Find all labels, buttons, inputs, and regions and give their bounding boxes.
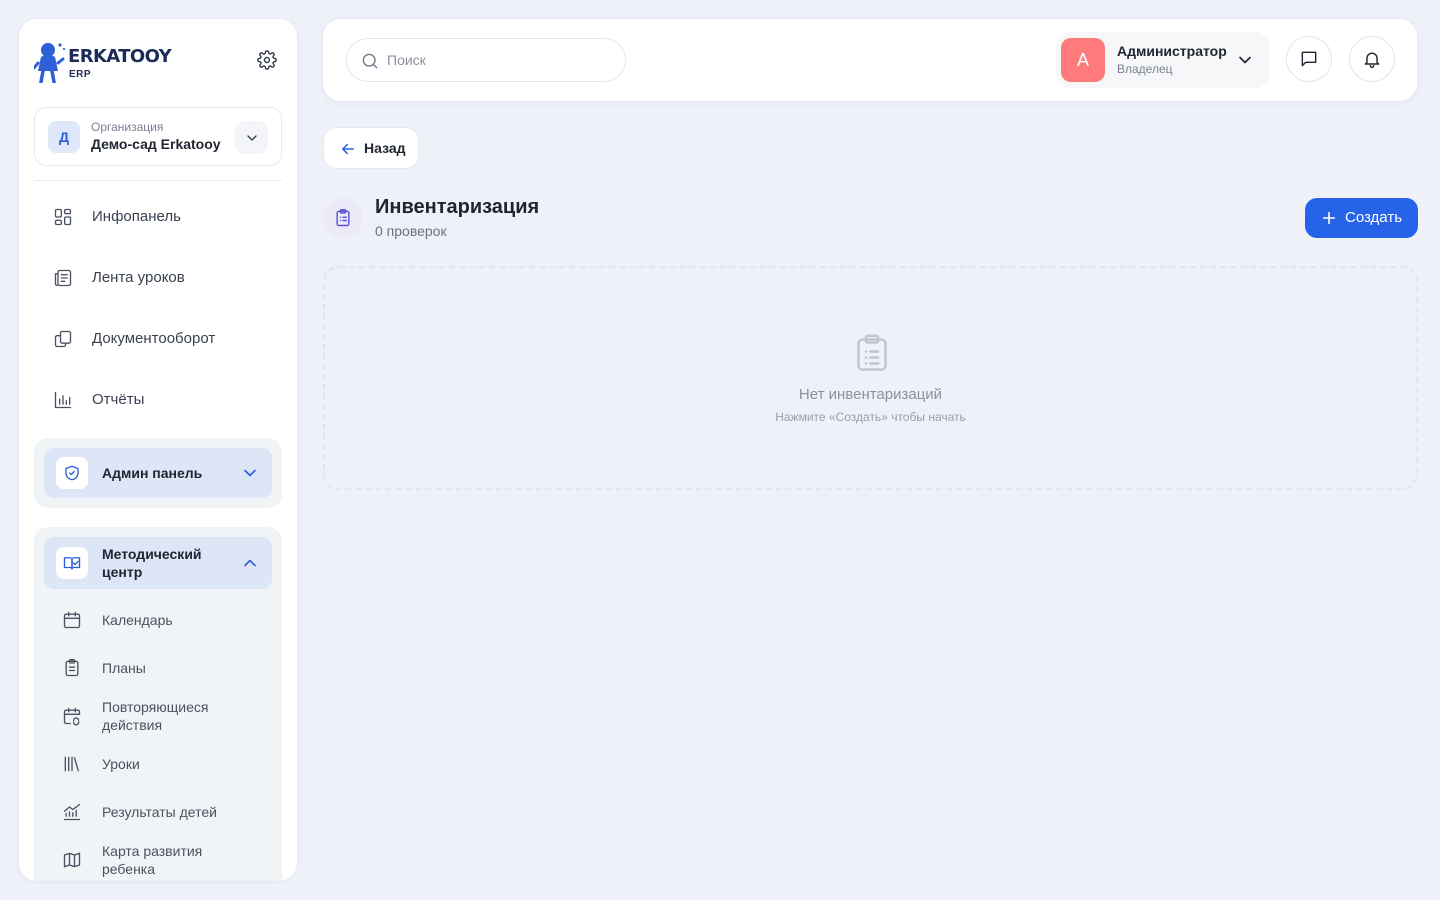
chevron-up-icon xyxy=(244,559,256,567)
sidebar-item-documents[interactable]: Документооборот xyxy=(34,317,282,361)
sidebar-item-reports[interactable]: Отчёты xyxy=(34,378,282,422)
sidebar-item-label: Документооборот xyxy=(92,330,216,347)
back-button[interactable]: Назад xyxy=(323,127,419,169)
brand-sub: ERP xyxy=(69,69,92,80)
sidebar-item-label: Лента уроков xyxy=(92,269,185,286)
create-button[interactable]: Создать xyxy=(1305,198,1418,238)
label-line-1: Карта развития xyxy=(102,843,203,859)
documents-icon xyxy=(54,330,72,348)
notifications-button[interactable] xyxy=(1349,36,1395,82)
admin-panel-toggle[interactable]: Админ панель xyxy=(44,448,272,498)
map-icon xyxy=(63,852,81,868)
admin-panel-icon-tile xyxy=(56,457,88,489)
sidebar-item-child-results[interactable]: Результаты детей xyxy=(44,792,272,832)
organization-dropdown-button[interactable] xyxy=(235,121,268,154)
library-icon xyxy=(64,756,79,772)
brand-name: ERKATOOY xyxy=(68,46,172,67)
shield-icon xyxy=(65,465,79,481)
label-line-1: Методический xyxy=(102,546,202,562)
top-bar: А Администратор Владелец xyxy=(323,19,1417,101)
bell-icon xyxy=(1364,52,1380,68)
chevron-down-icon xyxy=(244,469,256,477)
create-button-label: Создать xyxy=(1345,209,1403,226)
arrow-left-icon xyxy=(342,143,354,155)
sidebar-item-label: Результаты детей xyxy=(102,804,217,820)
label-line-2: центр xyxy=(102,564,143,580)
search-field[interactable] xyxy=(346,38,626,82)
sidebar-item-development-map[interactable]: Карта развития ребенка xyxy=(44,840,272,880)
methodical-center-icon-tile xyxy=(56,547,88,579)
sidebar-item-label: Карта развития ребенка xyxy=(102,842,202,878)
sidebar-item-label: Календарь xyxy=(102,612,173,628)
page-subtitle: 0 проверок xyxy=(375,223,447,239)
search-icon xyxy=(362,53,378,69)
logo-mark-icon xyxy=(34,43,66,83)
sidebar-item-label: Уроки xyxy=(102,756,140,772)
page-title: Инвентаризация xyxy=(375,196,540,218)
sidebar-item-lesson-feed[interactable]: Лента уроков xyxy=(34,256,282,300)
methodical-center-label: Методический центр xyxy=(102,545,202,581)
sidebar: ERKATOOY ERP Д Организация Демо-сад Erka… xyxy=(19,19,297,881)
empty-state: Нет инвентаризаций Нажмите «Создать» что… xyxy=(323,266,1418,490)
settings-button[interactable] xyxy=(257,50,277,70)
clipboard-icon xyxy=(65,659,79,677)
organization-avatar: Д xyxy=(48,121,80,153)
messages-button[interactable] xyxy=(1286,36,1332,82)
sidebar-item-label: Инфопанель xyxy=(92,208,181,225)
chevron-down-icon xyxy=(1239,56,1251,64)
calendar-repeat-icon xyxy=(63,707,81,726)
search-input[interactable] xyxy=(387,47,617,73)
label-line-2: действия xyxy=(102,717,163,733)
bar-chart-icon xyxy=(54,391,72,409)
user-name: Администратор xyxy=(1117,43,1227,59)
sidebar-item-dashboard[interactable]: Инфопанель xyxy=(34,195,282,239)
chevron-down-icon xyxy=(246,134,257,141)
message-icon xyxy=(1301,51,1317,67)
chart-line-icon xyxy=(63,803,81,821)
empty-state-title: Нет инвентаризаций xyxy=(798,386,943,403)
sidebar-item-recurring-actions[interactable]: Повторяющиеся действия xyxy=(44,696,272,736)
sidebar-item-label: Повторяющиеся действия xyxy=(102,698,208,734)
organization-selector[interactable]: Д Организация Демо-сад Erkatooy xyxy=(34,107,282,166)
clipboard-list-icon xyxy=(857,334,887,371)
sidebar-divider xyxy=(34,180,282,181)
page-title-icon-tile xyxy=(323,198,363,238)
admin-panel-group: Админ панель xyxy=(34,438,282,508)
label-line-1: Повторяющиеся xyxy=(102,699,209,715)
sidebar-item-label: Планы xyxy=(102,660,146,676)
book-check-icon xyxy=(63,557,81,570)
sidebar-item-calendar[interactable]: Календарь xyxy=(44,600,272,640)
plus-icon xyxy=(1322,211,1336,225)
back-button-label: Назад xyxy=(364,140,406,156)
sidebar-item-lessons[interactable]: Уроки xyxy=(44,744,272,784)
user-menu[interactable]: А Администратор Владелец xyxy=(1056,32,1269,88)
label-line-2: ребенка xyxy=(102,861,156,877)
gear-icon xyxy=(257,50,277,70)
empty-state-hint: Нажмите «Создать» чтобы начать xyxy=(775,410,966,424)
organization-name: Демо-сад Erkatooy xyxy=(91,136,221,152)
clipboard-list-icon xyxy=(336,208,350,227)
methodical-center-toggle[interactable]: Методический центр xyxy=(44,537,272,589)
avatar: А xyxy=(1061,38,1105,82)
admin-panel-label: Админ панель xyxy=(102,465,203,481)
brand-logo[interactable]: ERKATOOY ERP xyxy=(34,41,294,85)
calendar-icon xyxy=(63,611,81,629)
sidebar-item-label: Отчёты xyxy=(92,391,145,408)
organization-label: Организация xyxy=(91,120,164,134)
news-feed-icon xyxy=(54,269,72,287)
user-role: Владелец xyxy=(1117,62,1173,76)
sidebar-item-plans[interactable]: Планы xyxy=(44,648,272,688)
dashboard-icon xyxy=(54,208,72,226)
